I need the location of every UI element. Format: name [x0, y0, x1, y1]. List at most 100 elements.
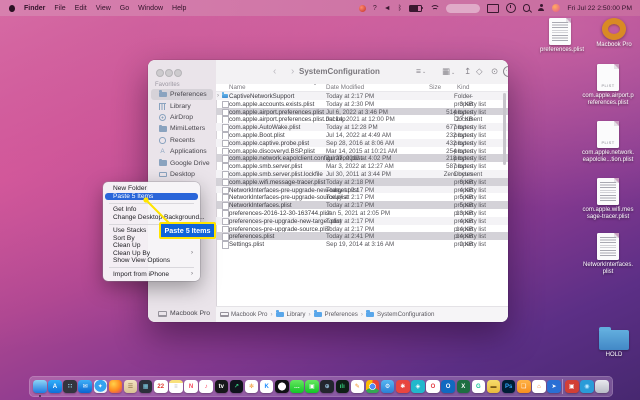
battery-icon[interactable]: [409, 5, 422, 12]
file-row-captivenetworksupport[interactable]: ›CaptiveNetworkSupportToday at 2:17 PM--…: [216, 92, 508, 100]
minimize-window-button[interactable]: [165, 69, 173, 77]
dock-compass-app-icon[interactable]: ➤: [547, 380, 561, 394]
tag-icon[interactable]: ◇: [476, 66, 483, 77]
menu-edit[interactable]: Edit: [75, 5, 87, 12]
back-button[interactable]: ‹: [273, 66, 276, 77]
dock-launchpad-icon[interactable]: ∷: [63, 380, 77, 394]
desktop-icon-wifi-message-tracer[interactable]: com.apple.wifi.message-tracer.plist: [579, 178, 637, 221]
menu-go[interactable]: Go: [120, 5, 129, 12]
dock-photos-icon[interactable]: ✻: [245, 380, 259, 394]
screen-mirroring-icon[interactable]: [487, 4, 499, 13]
dock-safari-icon[interactable]: ✦: [94, 380, 108, 394]
column-header-date-modified[interactable]: Date Modified: [326, 84, 364, 91]
dock-firefox-icon[interactable]: [109, 380, 123, 394]
file-row-com-apple-smb-server-plist[interactable]: com.apple.smb.server.plistMar 3, 2022 at…: [216, 162, 508, 170]
file-row-com-apple-wifi-message-tracer-plist[interactable]: com.apple.wifi.message-tracer.plistToday…: [216, 178, 508, 186]
desktop-icon-networkinterfaces[interactable]: NetworkInterfaces.plist: [579, 233, 637, 276]
file-row-com-apple-accounts-exists-plist[interactable]: com.apple.accounts.exists.plistToday at …: [216, 100, 508, 108]
file-row-com-apple-discoveryd-bsp-plist[interactable]: com.apple.discoveryd.BSP.plistMar 14, 20…: [216, 147, 508, 155]
menu-help[interactable]: Help: [172, 5, 186, 12]
file-row-com-apple-boot-plist[interactable]: com.apple.Boot.plistJul 14, 2022 at 4:49…: [216, 131, 508, 139]
column-header-kind[interactable]: Kind: [457, 84, 469, 91]
menu-window[interactable]: Window: [138, 5, 163, 12]
dock-music-icon[interactable]: ♪: [199, 380, 213, 394]
file-row-com-apple-airport-preferences-plist[interactable]: com.apple.airport.preferences.plistJul 6…: [216, 108, 508, 116]
file-row-preferences-2016-12-30-163744-plist[interactable]: preferences-2016-12-30-163744.plistJan 5…: [216, 209, 508, 217]
sidebar-item-recents[interactable]: Recents: [151, 135, 213, 146]
sidebar-item-mimiletters[interactable]: MimiLetters: [151, 123, 213, 134]
dock-analytics-app-icon[interactable]: ılı: [336, 380, 350, 394]
dock-recorder-app-icon[interactable]: ▣: [565, 380, 579, 394]
desktop-icon-preferences-plist[interactable]: preferences.plist: [540, 18, 580, 54]
context-menu-item-change-desktop-background[interactable]: Change Desktop Background...: [105, 214, 198, 222]
dock-keynote-icon[interactable]: K: [260, 380, 274, 394]
more-options-icon[interactable]: …⌄: [503, 66, 508, 77]
file-row-com-apple-captive-probe-plist[interactable]: com.apple.captive.probe.plistSep 28, 201…: [216, 139, 508, 147]
dock-teal-app-icon[interactable]: ◈: [411, 380, 425, 394]
siri-icon[interactable]: [552, 4, 560, 12]
file-row-preferences-pre-upgrade-new-target-plist[interactable]: preferences-pre-upgrade-new-target.plist…: [216, 217, 508, 225]
dock-red-asterisk-app-icon[interactable]: ✱: [396, 380, 410, 394]
bluetooth-icon[interactable]: ᛒ: [398, 4, 402, 13]
path-segment-preferences[interactable]: Preferences: [314, 311, 358, 318]
dock-camera-app-icon[interactable]: ◉: [580, 380, 594, 394]
column-header-name[interactable]: Name: [229, 84, 246, 91]
help-icon[interactable]: ?: [373, 4, 377, 13]
quicklook-eye-icon[interactable]: ⊙: [491, 66, 498, 77]
dock-stocks-icon[interactable]: ↗: [230, 380, 244, 394]
sidebar-item-applications[interactable]: AApplications: [151, 146, 213, 157]
group-by-icon[interactable]: ▦⌄: [442, 66, 455, 77]
sidebar-item-preferences[interactable]: Preferences: [151, 89, 213, 100]
file-row-com-apple-network-eapolclient-configuration-plist[interactable]: com.apple.network.eapolclient.configurat…: [216, 154, 508, 162]
sidebar-item-desktop[interactable]: Desktop: [151, 169, 213, 180]
menu-finder[interactable]: Finder: [24, 5, 45, 12]
dock-mission-control-icon[interactable]: ▦: [139, 380, 153, 394]
path-segment-macbook-pro[interactable]: Macbook Pro: [220, 311, 267, 318]
desktop-icon-airport-preferences[interactable]: PLISTcom.apple.airport.preferences.plist: [579, 64, 637, 107]
desktop-icon-hold-folder[interactable]: HOLD: [592, 330, 636, 359]
dock-app-store-icon[interactable]: A: [48, 380, 62, 394]
dock-facetime-icon[interactable]: ▣: [305, 380, 319, 394]
fast-user-switch-icon[interactable]: [537, 4, 545, 12]
context-menu-item-paste-5-items[interactable]: Paste 5 Items: [105, 193, 198, 201]
dock-globe-app-icon[interactable]: ⊕: [320, 380, 334, 394]
spotlight-icon[interactable]: [523, 4, 531, 12]
desktop-icon-macbook-pro[interactable]: Macbook Pro: [592, 18, 636, 49]
path-segment-library[interactable]: Library: [276, 311, 306, 318]
dock-chrome-icon[interactable]: [366, 380, 380, 394]
sidebar-item-macbook-pro[interactable]: Macbook Pro: [151, 308, 213, 319]
sidebar-item-google-drive[interactable]: Google Drive: [151, 157, 213, 168]
wifi-icon[interactable]: [429, 4, 439, 12]
dock-clock-icon[interactable]: [275, 380, 289, 394]
apple-menu-icon[interactable]: [9, 5, 15, 12]
clock-icon[interactable]: [506, 3, 516, 13]
dock-grammarly-icon[interactable]: G: [472, 380, 486, 394]
context-menu-item-import-from-iphone[interactable]: Import from iPhone›: [105, 271, 198, 279]
dock-outlook-icon[interactable]: O: [441, 380, 455, 394]
dock-mail-icon[interactable]: ✉: [78, 380, 92, 394]
menu-view[interactable]: View: [96, 5, 111, 12]
app-icon[interactable]: [359, 5, 366, 12]
dock-calendar-icon[interactable]: 22: [154, 380, 168, 394]
dock-notes-icon[interactable]: ≡: [169, 380, 183, 394]
sidebar-item-airdrop[interactable]: AirDrop: [151, 112, 213, 123]
file-row-preferences-pre-upgrade-source-plist[interactable]: preferences-pre-upgrade-source.plistToda…: [216, 225, 508, 233]
file-row-networkinterfaces-pre-upgrade-new-target-plist[interactable]: NetworkInterfaces-pre-upgrade-new-target…: [216, 186, 508, 194]
context-menu-item-clean-up[interactable]: Clean Up: [105, 242, 198, 250]
dock-pen-app-icon[interactable]: ✎: [351, 380, 365, 394]
scrollbar[interactable]: [503, 93, 506, 165]
file-row-networkinterfaces-pre-upgrade-source-plist[interactable]: NetworkInterfaces-pre-upgrade-source.pli…: [216, 193, 508, 201]
dock-news-icon[interactable]: N: [184, 380, 198, 394]
dock-settings-app-icon[interactable]: ⚙: [381, 380, 395, 394]
file-row-networkinterfaces-plist[interactable]: NetworkInterfaces.plistToday at 2:17 PM5…: [216, 201, 508, 209]
dock-opera-icon[interactable]: O: [426, 380, 440, 394]
dock-home-icon[interactable]: ⌂: [532, 380, 546, 394]
dock-messages-icon[interactable]: …: [290, 380, 304, 394]
dock-trash-icon[interactable]: [595, 380, 609, 394]
volume-icon[interactable]: ◄: [384, 4, 391, 13]
menu-file[interactable]: File: [54, 5, 65, 12]
dock-tv-icon[interactable]: tv: [215, 380, 229, 394]
column-header-size[interactable]: Size: [429, 84, 441, 91]
privacy-blurred-item[interactable]: [446, 4, 480, 13]
file-row-settings-plist[interactable]: Settings.plistSep 19, 2014 at 3:16 AM2 K…: [216, 240, 508, 248]
